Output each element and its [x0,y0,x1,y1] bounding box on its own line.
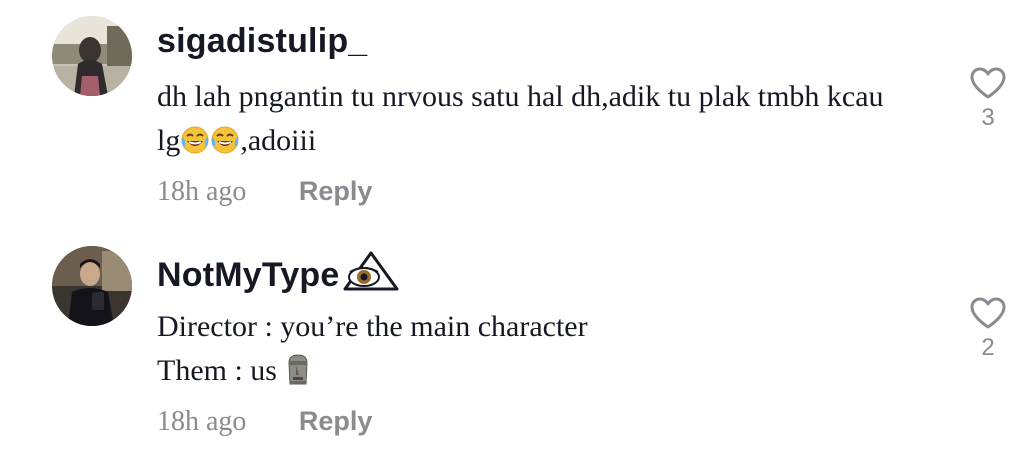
comment-text: Director : you’re the main character The… [157,305,947,398]
comment-line-2: lg ,adoiii [157,119,947,168]
comment-meta: 18h ago Reply [157,406,372,438]
heart-icon [966,66,1010,100]
moai-emoji [285,353,311,398]
comment-line: Director : you’re the main character [157,310,588,343]
reply-button[interactable]: Reply [299,406,373,437]
heart-icon [966,296,1010,330]
comment-item: sigadistulip_ dh lah pngantin tu nrvous … [0,0,1034,230]
comment-line-text: ,adoiii [240,124,317,157]
face-with-tears-of-joy-emoji [210,124,240,168]
face-with-tears-of-joy-emoji [180,124,210,168]
comment-line-text: lg [157,124,181,157]
comment-item: NotMyType Director : you’re the main cha… [0,230,1034,460]
eye-in-triangle-emoji [342,250,400,301]
comment-text: dh lah pngantin tu nrvous satu hal dh,ad… [157,75,947,168]
comment-line: dh lah pngantin tu nrvous satu hal dh,ad… [157,80,884,113]
reply-button[interactable]: Reply [299,176,373,207]
comment-line-2: Them : us [157,349,947,398]
username-text: sigadistulip_ [157,22,368,60]
like-button[interactable]: 2 [966,296,1010,362]
comment-timestamp: 18h ago [157,176,247,207]
avatar[interactable] [52,246,132,326]
like-count: 2 [981,334,995,361]
like-count: 3 [981,104,995,131]
comment-username[interactable]: NotMyType [157,250,400,301]
comment-meta: 18h ago Reply [157,176,372,208]
like-button[interactable]: 3 [966,66,1010,132]
username-text: NotMyType [157,256,340,294]
avatar[interactable] [52,16,132,96]
comment-line-text: Them : us [157,354,277,387]
comment-timestamp: 18h ago [157,406,247,437]
comment-username[interactable]: sigadistulip_ [157,22,367,61]
